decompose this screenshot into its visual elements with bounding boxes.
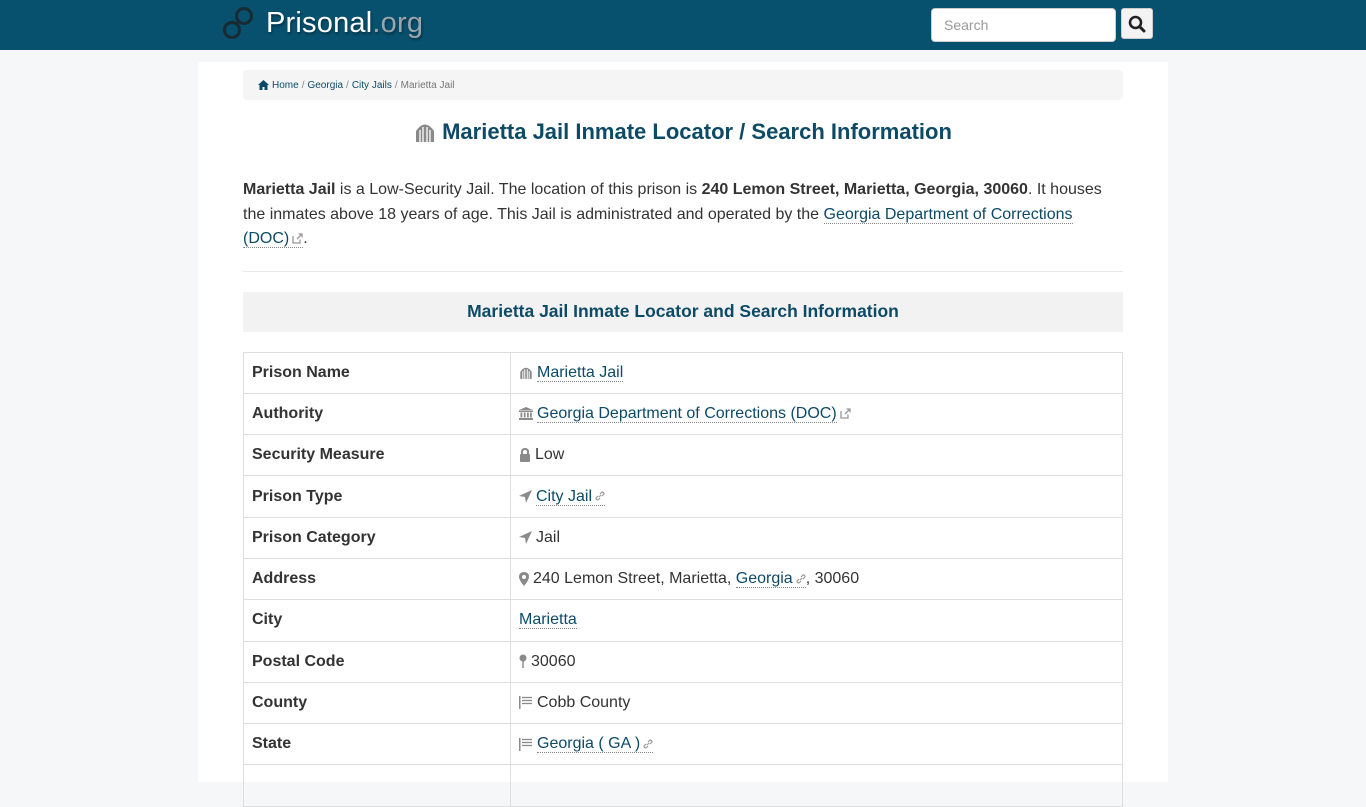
row-value: Georgia Department of Corrections (DOC) <box>510 392 1123 436</box>
search-button[interactable] <box>1121 8 1153 39</box>
table-row: County Cobb County <box>243 681 1123 725</box>
prison-type-link[interactable]: City Jail <box>536 487 606 506</box>
table-row: Postal Code 30060 <box>243 640 1123 683</box>
bank-icon <box>519 407 533 421</box>
row-key: Security Measure <box>243 434 511 477</box>
table-row: Prison Category Jail <box>243 516 1123 559</box>
row-key: Prison Category <box>243 516 511 559</box>
handcuffs-icon <box>223 7 253 39</box>
breadcrumb-separator: / <box>301 79 305 91</box>
prison-name-link[interactable]: Marietta Jail <box>537 363 624 382</box>
page-container: Home / Georgia / City Jails / Marietta J… <box>198 62 1168 807</box>
brand-name: Prisonal.org <box>266 6 424 39</box>
breadcrumb-city-jails[interactable]: City Jails <box>352 80 392 91</box>
site-logo-link[interactable]: Prisonal.org <box>222 6 423 40</box>
table-row <box>243 764 1123 807</box>
home-icon <box>258 80 269 90</box>
row-key: Address <box>243 557 511 601</box>
row-value: Georgia ( GA ) <box>510 723 1123 766</box>
row-value: Cobb County <box>510 681 1123 725</box>
external-link-icon <box>840 408 851 419</box>
row-key: Prison Name <box>243 351 511 394</box>
flag-icon <box>519 696 532 710</box>
search-input[interactable] <box>931 8 1116 42</box>
table-row: City Marietta <box>243 599 1123 642</box>
map-marker-icon <box>519 571 529 586</box>
row-key: Authority <box>243 392 511 436</box>
authority-table-link[interactable]: Georgia Department of Corrections (DOC) <box>537 404 837 423</box>
intro-paragraph: Marietta Jail is a Low-Security Jail. Th… <box>243 181 1102 248</box>
table-row: Authority Georgia Department of Correcti… <box>243 392 1123 436</box>
flag-icon <box>519 737 532 751</box>
chain-link-icon <box>796 574 806 584</box>
table-row: Address 240 Lemon Street, Marietta, Geor… <box>243 557 1123 601</box>
top-navbar: Prisonal.org <box>0 0 1366 50</box>
info-table: Prison Name Marietta Jail Authority Geor… <box>243 351 1123 807</box>
row-value: Low <box>510 434 1123 477</box>
prison-icon <box>416 124 435 142</box>
table-row: Prison Name Marietta Jail <box>243 351 1123 394</box>
breadcrumb-georgia[interactable]: Georgia <box>307 80 343 91</box>
row-value: Marietta <box>510 599 1123 642</box>
prison-icon <box>520 367 532 379</box>
section-heading: Marietta Jail Inmate Locator and Search … <box>243 291 1123 332</box>
table-row: Prison Type City Jail <box>243 475 1123 518</box>
location-arrow-icon <box>519 489 532 503</box>
row-key: Prison Type <box>243 475 511 518</box>
state-link[interactable]: Georgia ( GA ) <box>537 735 654 754</box>
divider <box>243 270 1123 272</box>
row-key: City <box>243 599 511 642</box>
external-link-icon <box>292 233 303 244</box>
row-value: City Jail <box>510 475 1123 518</box>
row-key: County <box>243 681 511 725</box>
chain-link-icon <box>643 739 653 749</box>
row-value: 30060 <box>510 640 1123 683</box>
row-value <box>510 764 1123 807</box>
row-key: State <box>243 723 511 766</box>
page-title: Marietta Jail Inmate Locator / Search In… <box>243 119 1123 145</box>
lock-icon <box>520 448 530 462</box>
row-key: Postal Code <box>243 640 511 683</box>
row-value: Marietta Jail <box>510 351 1123 394</box>
breadcrumb-home[interactable]: Home <box>272 80 299 91</box>
table-row: Security Measure Low <box>243 434 1123 477</box>
breadcrumb-separator: / <box>394 79 398 91</box>
search-form <box>931 8 1153 42</box>
map-pin-icon <box>519 654 527 669</box>
row-value: Jail <box>510 516 1123 559</box>
table-row: State Georgia ( GA ) <box>243 723 1123 766</box>
breadcrumb-separator: / <box>346 79 349 91</box>
breadcrumb: Home / Georgia / City Jails / Marietta J… <box>243 70 1123 100</box>
search-icon <box>1128 15 1146 32</box>
breadcrumb-current: Marietta Jail <box>400 79 455 91</box>
chain-link-icon <box>595 491 605 501</box>
row-value: 240 Lemon Street, Marietta, Georgia, 300… <box>510 557 1123 601</box>
location-arrow-icon <box>519 531 532 545</box>
address-state-link[interactable]: Georgia <box>735 570 806 589</box>
row-key <box>243 764 511 807</box>
main-content: Home / Georgia / City Jails / Marietta J… <box>243 62 1123 807</box>
city-link[interactable]: Marietta <box>519 611 577 630</box>
